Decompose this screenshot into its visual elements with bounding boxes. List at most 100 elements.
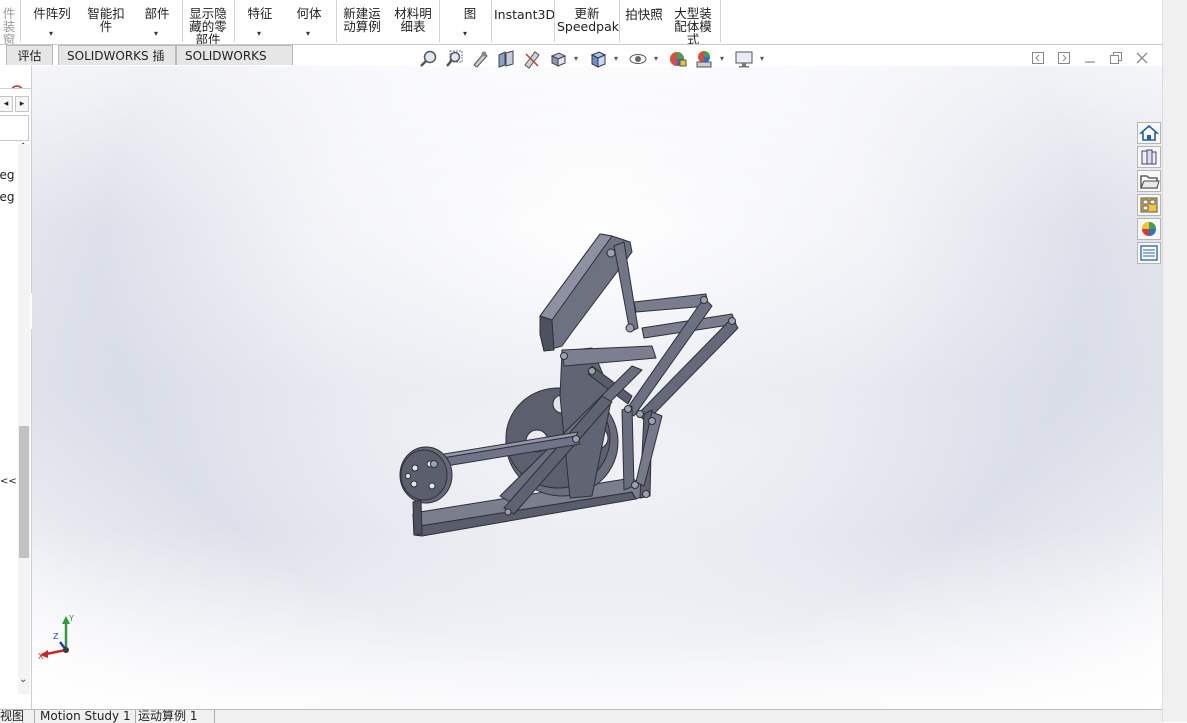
crank-hole: [428, 482, 436, 490]
zoom-to-fit-icon[interactable]: [418, 49, 438, 69]
hide-show-items-icon[interactable]: [628, 49, 648, 69]
view-orientation-dropdown[interactable]: ▾: [574, 54, 578, 63]
restore-icon[interactable]: [1109, 51, 1123, 65]
ribbon-button-move-component[interactable]: 部件 ▾: [136, 0, 178, 44]
ribbon-separator: [234, 0, 235, 42]
tree-item-leg[interactable]: Leg: [0, 190, 14, 204]
ribbon-button-new-motion-study[interactable]: 新建运 动算例: [339, 0, 385, 44]
ribbon-button-update-speedpak[interactable]: 更新 Speedpak: [557, 0, 620, 44]
ribbon-button-instant3d[interactable]: Instant3D: [494, 0, 556, 34]
tab-solidworks-mbd[interactable]: SOLIDWORKS MBD: [176, 45, 293, 83]
ribbon-button-window[interactable]: 件 装窗: [0, 0, 18, 45]
ribbon-button-label: 材料明 细表: [394, 6, 432, 34]
minimize-icon[interactable]: [1083, 51, 1097, 65]
panel-scrollbar-thumb[interactable]: [19, 426, 29, 558]
display-style-dropdown[interactable]: ▾: [614, 54, 618, 63]
view-settings-icon[interactable]: [734, 49, 754, 69]
chevron-down-icon[interactable]: ▾: [257, 27, 261, 40]
ribbon-separator: [491, 0, 492, 42]
panel-tab-strip: [0, 66, 31, 99]
leg: [621, 405, 635, 491]
edit-appearance-icon[interactable]: [668, 49, 688, 69]
ribbon-button-label: 更新 Speedpak: [557, 6, 620, 34]
triad-z-label: Z: [53, 632, 59, 641]
feature-manager-panel: ◂ ▸ ⌃ Leg Leg << ⌄: [0, 66, 32, 709]
tab-motion-study-cn-1[interactable]: 运动算例 1: [134, 710, 215, 723]
task-pane-file-explorer-button[interactable]: [1137, 170, 1161, 192]
ribbon-button-take-snapshot[interactable]: 拍快照: [622, 0, 666, 34]
ribbon-button-show-hidden-components[interactable]: 显示隐 藏的零 部件: [185, 0, 231, 44]
tree-item-label: Leg: [0, 190, 15, 204]
tree-scroll-down-icon[interactable]: ⌄: [19, 674, 27, 685]
window-right-edge: [1162, 0, 1187, 722]
appearances-icon: [1142, 222, 1156, 236]
ribbon-button-label: 件阵列: [33, 6, 71, 21]
collapse-panel-button[interactable]: <<: [0, 476, 17, 487]
ribbon-button-label: 拍快照: [625, 7, 663, 22]
tile-right-icon[interactable]: [1057, 51, 1071, 65]
tree-item-label: Leg: [0, 168, 15, 182]
previous-view-icon[interactable]: [470, 49, 490, 69]
panel-filter-field[interactable]: [0, 115, 29, 141]
view-palette-icon: [1140, 197, 1158, 213]
ribbon-button-assembly-features[interactable]: 特征 ▾: [240, 0, 280, 44]
ribbon-separator: [20, 0, 21, 42]
crank-hole: [405, 473, 411, 479]
ribbon-button-label: 特征: [247, 6, 273, 21]
apply-scene-dropdown[interactable]: ▾: [720, 54, 724, 63]
chevron-down-icon[interactable]: ▾: [306, 27, 310, 40]
view-orientation-icon[interactable]: [548, 49, 568, 69]
chevron-down-icon[interactable]: ▾: [49, 27, 53, 40]
ribbon-button-label: 何体: [296, 6, 322, 21]
ribbon-button-label: Instant3D: [494, 7, 556, 22]
task-pane-view-palette-button[interactable]: [1137, 194, 1161, 216]
dynamic-annotation-icon[interactable]: [522, 49, 542, 69]
ribbon-button-label: 件 装窗: [2, 6, 16, 45]
panel-scrollbar[interactable]: [18, 144, 30, 694]
chevron-down-icon[interactable]: ▾: [463, 27, 467, 40]
tile-left-icon[interactable]: [1031, 51, 1045, 65]
ribbon-separator: [619, 0, 620, 42]
ribbon-separator: [554, 0, 555, 42]
link: [613, 241, 639, 333]
task-pane-home-button[interactable]: [1137, 122, 1161, 144]
crank-hole: [410, 480, 418, 488]
panel-scroll-left-button[interactable]: ◂: [0, 96, 13, 112]
task-pane-appearances-button[interactable]: [1137, 218, 1161, 240]
section-view-icon[interactable]: [496, 49, 516, 69]
panel-scroll-right-button[interactable]: ▸: [15, 96, 29, 112]
ribbon-button-large-assembly-mode[interactable]: 大型装 配体模 式: [668, 0, 718, 44]
triad-x-label: X: [38, 652, 44, 661]
ribbon-button-exploded-view[interactable]: 图 ▾: [448, 0, 484, 44]
hide-show-dropdown[interactable]: ▾: [654, 54, 658, 63]
display-style-icon[interactable]: [588, 49, 608, 69]
tree-item-leg[interactable]: Leg: [0, 168, 14, 182]
ribbon-button-smart-fasteners[interactable]: 智能扣 件: [84, 0, 128, 44]
command-manager-tabs: 评估 SOLIDWORKS 插件 SOLIDWORKS MBD: [0, 44, 300, 83]
ribbon-button-label: 部件: [144, 6, 170, 21]
task-pane-custom-properties-button[interactable]: [1137, 242, 1161, 264]
graphics-area[interactable]: Y Z X: [32, 66, 1162, 709]
close-icon[interactable]: [1135, 51, 1149, 65]
tab-evaluate[interactable]: 评估: [6, 45, 53, 65]
assembly-model[interactable]: [32, 66, 1162, 709]
zoom-to-area-icon[interactable]: [444, 49, 464, 69]
ribbon-button-bill-of-materials[interactable]: 材料明 细表: [390, 0, 436, 44]
chevron-down-icon[interactable]: ▾: [154, 27, 158, 40]
command-manager-ribbon: 件 装窗 件阵列 ▾ 智能扣 件 部件 ▾ 显示隐 藏的零 部件 特征 ▾ 何体…: [0, 0, 1162, 45]
ribbon-button-reference-geometry[interactable]: 何体 ▾: [290, 0, 328, 44]
view-settings-dropdown[interactable]: ▾: [760, 54, 764, 63]
tab-model-view[interactable]: 视图: [0, 710, 35, 723]
tab-solidworks-addins[interactable]: SOLIDWORKS 插件: [58, 45, 176, 83]
task-pane-design-library-button[interactable]: [1137, 146, 1161, 168]
tab-motion-study-1[interactable]: Motion Study 1: [36, 710, 136, 723]
mechanism-linkage: [399, 233, 739, 537]
link: [561, 345, 657, 367]
apply-scene-icon[interactable]: [694, 49, 714, 69]
ribbon-button-label: 新建运 动算例: [343, 6, 381, 34]
triad-y-label: Y: [68, 614, 74, 623]
panel-tab-icon[interactable]: [0, 66, 31, 99]
ribbon-button-label: 智能扣 件: [87, 6, 125, 34]
home-icon: [1138, 124, 1160, 141]
ribbon-button-component-pattern[interactable]: 件阵列 ▾: [26, 0, 78, 44]
